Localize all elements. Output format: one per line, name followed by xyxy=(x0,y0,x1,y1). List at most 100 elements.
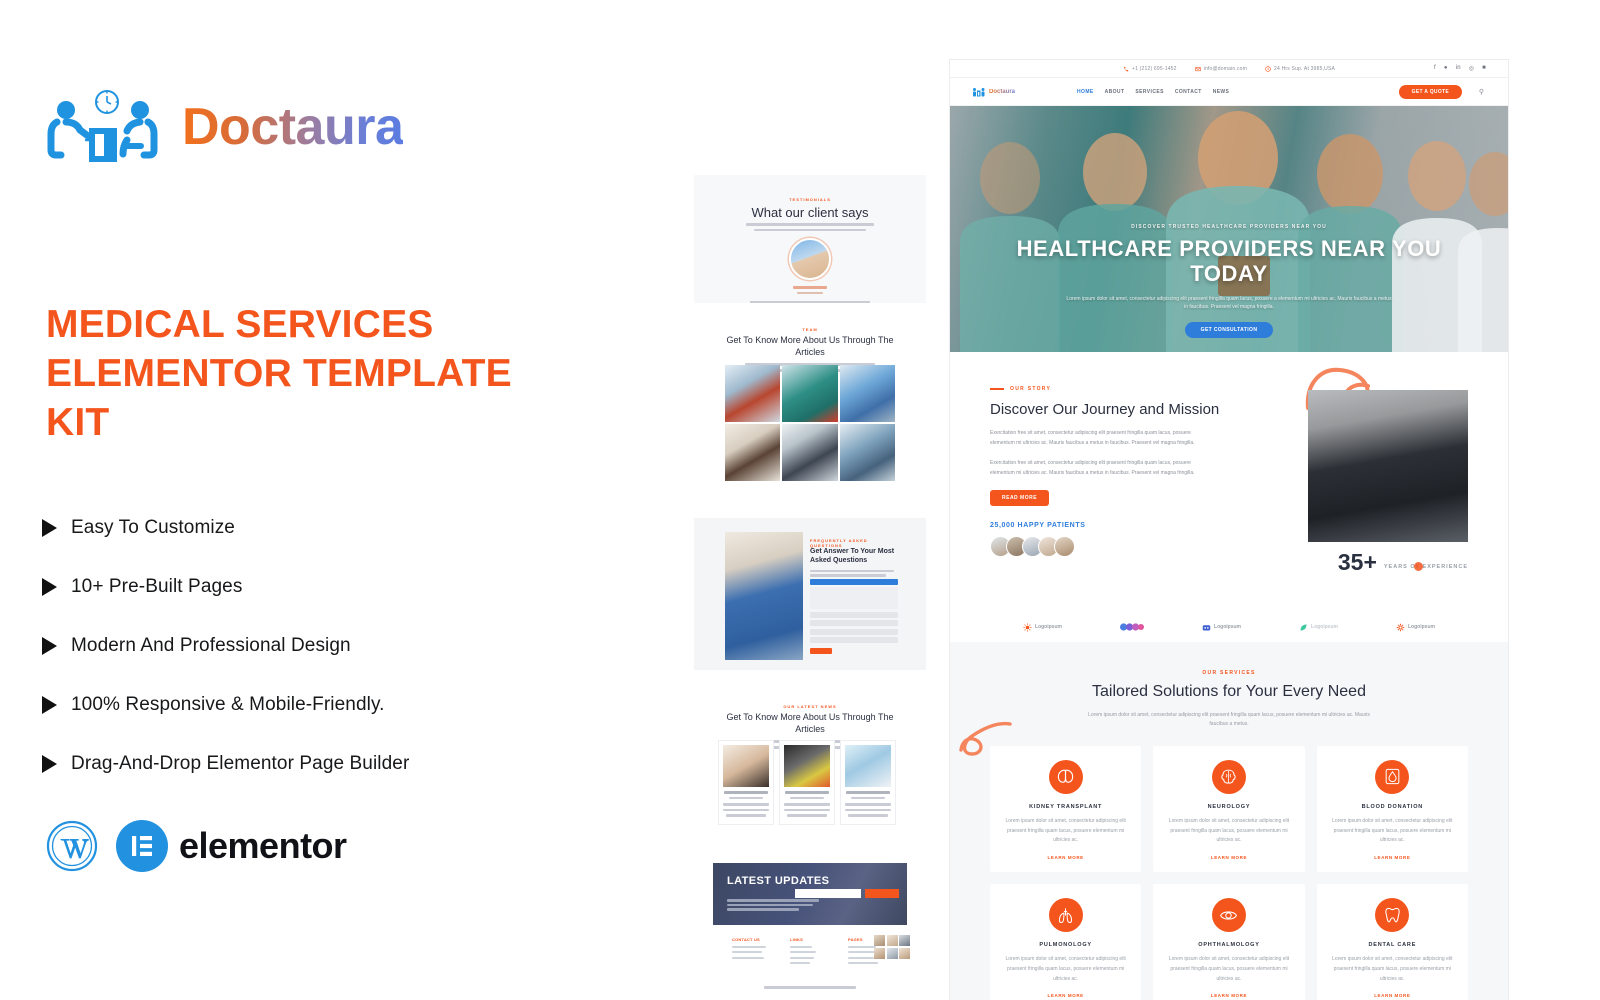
triangle-bullet-icon xyxy=(42,695,57,714)
feature-item: Modern And Professional Design xyxy=(42,616,602,675)
photo-cell xyxy=(725,424,781,481)
gallery-thumb[interactable] xyxy=(874,947,885,959)
footer-link[interactable] xyxy=(732,956,764,959)
placeholder-line xyxy=(784,803,830,806)
placeholder-line xyxy=(810,569,894,573)
nav-logo[interactable]: Doctaura xyxy=(972,87,1015,97)
faq-item[interactable] xyxy=(810,620,898,627)
service-link[interactable]: LEARN MORE xyxy=(1002,855,1129,860)
feature-label: 100% Responsive & Mobile-Friendly. xyxy=(71,693,385,715)
search-icon[interactable]: ⚲ xyxy=(1479,88,1484,96)
footer-link[interactable] xyxy=(790,951,816,953)
nav-item-services[interactable]: SERVICES xyxy=(1135,89,1163,95)
placeholder-line xyxy=(851,796,885,800)
nav-item-contact[interactable]: CONTACT xyxy=(1175,89,1202,95)
placeholder-line xyxy=(723,808,769,812)
footer-link[interactable] xyxy=(790,945,812,948)
placeholder-line xyxy=(729,796,763,800)
faq-item-open[interactable] xyxy=(810,579,898,586)
thumb-title: Get To Know More About Us Through The Ar… xyxy=(726,712,894,734)
blog-card[interactable] xyxy=(840,740,896,825)
newsletter-submit-button[interactable] xyxy=(865,889,899,898)
email-item[interactable]: info@domain.com xyxy=(1194,66,1247,72)
thumbnail-testimonial[interactable]: TESTIMONIALS What our client says xyxy=(694,175,926,303)
service-link[interactable]: LEARN MORE xyxy=(1165,855,1292,860)
footer-link[interactable] xyxy=(732,945,766,948)
gallery-thumb[interactable] xyxy=(899,947,910,959)
faq-item[interactable] xyxy=(810,611,898,618)
bubbles-logo-icon xyxy=(1120,623,1144,631)
nav-item-news[interactable]: NEWS xyxy=(1213,89,1230,95)
footer-link[interactable] xyxy=(848,956,874,959)
thumbnail-articles[interactable]: TEAM Get To Know More About Us Through T… xyxy=(694,313,926,506)
blog-image xyxy=(723,745,769,787)
elementor-lockup: elementor xyxy=(116,820,347,872)
blog-card[interactable] xyxy=(718,740,774,825)
partner-logo[interactable]: Logoipsum xyxy=(1299,623,1338,632)
triangle-bullet-icon xyxy=(42,518,57,537)
gallery-thumb[interactable] xyxy=(874,935,885,946)
hero-cta-button[interactable]: GET CONSULTATION xyxy=(1184,322,1274,339)
placeholder-line xyxy=(848,814,888,817)
faq-item[interactable] xyxy=(810,628,898,635)
service-card[interactable]: NEUROLOGY Lorem ipsum dolor sit amet, co… xyxy=(1153,745,1305,873)
hours-item[interactable]: 24 Hrs Sup. At 3985,USA xyxy=(1265,66,1335,72)
website-preview[interactable]: +1 (212) 695-1452 info@domain.com 24 Hrs… xyxy=(950,60,1508,1000)
partner-logo[interactable]: Logoipsum xyxy=(1023,622,1062,632)
faq-cta-button[interactable] xyxy=(810,648,832,655)
service-link[interactable]: LEARN MORE xyxy=(1165,993,1292,998)
footer-link[interactable] xyxy=(848,962,878,964)
blog-card[interactable] xyxy=(779,740,835,825)
service-link[interactable]: LEARN MORE xyxy=(1329,855,1456,860)
dribbble-icon[interactable]: ◎ xyxy=(1469,65,1474,72)
nav-cta-button[interactable]: GET A QUOTE xyxy=(1398,84,1462,99)
thumb-eyebrow: FREQUENTLY ASKED QUESTIONS xyxy=(810,538,868,548)
partner-logo[interactable]: Logoipsum xyxy=(1202,623,1241,632)
footer-link[interactable] xyxy=(790,962,810,964)
placeholder-line xyxy=(787,814,827,817)
blog-card-row xyxy=(718,740,896,825)
service-desc: Lorem ipsum dolor sit amet, consectetur … xyxy=(1332,817,1453,844)
footer-link[interactable] xyxy=(790,956,814,959)
elementor-icon xyxy=(116,820,168,872)
partner-logo[interactable]: Logoipsum xyxy=(1396,623,1435,632)
placeholder-line xyxy=(784,808,830,812)
thumbnail-footer[interactable]: LATEST UPDATES CONTACT US LINKS PAGES xyxy=(694,855,926,1000)
footer-link[interactable] xyxy=(848,945,876,948)
service-card[interactable]: KIDNEY TRANSPLANT Lorem ipsum dolor sit … xyxy=(990,745,1142,873)
story-paragraph-2: Exercitation free sit amet, consectetur … xyxy=(990,459,1195,476)
service-card[interactable]: OPHTHALMOLOGY Lorem ipsum dolor sit amet… xyxy=(1153,884,1305,1000)
gallery-thumb[interactable] xyxy=(886,947,898,959)
experience-stat: 35+ YEARS OF EXPERIENCE xyxy=(1338,551,1468,574)
hero-eyebrow: DISCOVER TRUSTED HEALTHCARE PROVIDERS NE… xyxy=(1131,224,1327,230)
faq-item[interactable] xyxy=(810,637,898,644)
newsletter-email-input[interactable] xyxy=(795,889,861,898)
doctor-consultation-clock-icon xyxy=(47,90,158,162)
linkedin-icon[interactable]: in xyxy=(1456,65,1461,72)
partner-logo[interactable] xyxy=(1120,622,1144,632)
thumb-eyebrow: TEAM xyxy=(802,327,818,332)
service-card[interactable]: BLOOD DONATION Lorem ipsum dolor sit ame… xyxy=(1316,745,1468,873)
nav-item-about[interactable]: ABOUT xyxy=(1105,89,1125,95)
thumbnail-faq[interactable]: FREQUENTLY ASKED QUESTIONS Get Answer To… xyxy=(694,518,926,670)
service-card[interactable]: PULMONOLOGY Lorem ipsum dolor sit amet, … xyxy=(990,884,1142,1000)
footer-link[interactable] xyxy=(732,951,762,953)
story-read-more-button[interactable]: READ MORE xyxy=(990,490,1050,507)
phone-icon xyxy=(1123,66,1129,71)
facebook-icon[interactable]: f xyxy=(1434,65,1436,72)
service-link[interactable]: LEARN MORE xyxy=(1329,993,1456,998)
nav-logo-label: Doctaura xyxy=(989,88,1016,95)
blog-image xyxy=(784,745,830,787)
placeholder-line xyxy=(793,286,827,289)
phone-item[interactable]: +1 (212) 695-1452 xyxy=(1123,66,1177,72)
gallery-thumb[interactable] xyxy=(886,935,898,946)
behance-icon[interactable]: ■ xyxy=(1482,65,1486,72)
service-link[interactable]: LEARN MORE xyxy=(1002,993,1129,998)
service-card[interactable]: DENTAL CARE Lorem ipsum dolor sit amet, … xyxy=(1316,884,1468,1000)
twitter-icon[interactable]: ● xyxy=(1444,65,1448,72)
gallery-thumb[interactable] xyxy=(899,935,910,946)
thumbnail-blog[interactable]: OUR LATEST NEWS Get To Know More About U… xyxy=(694,678,926,843)
service-desc: Lorem ipsum dolor sit amet, consectetur … xyxy=(1168,817,1290,844)
service-icon-badge xyxy=(1211,898,1246,933)
nav-item-home[interactable]: HOME xyxy=(1077,89,1094,95)
